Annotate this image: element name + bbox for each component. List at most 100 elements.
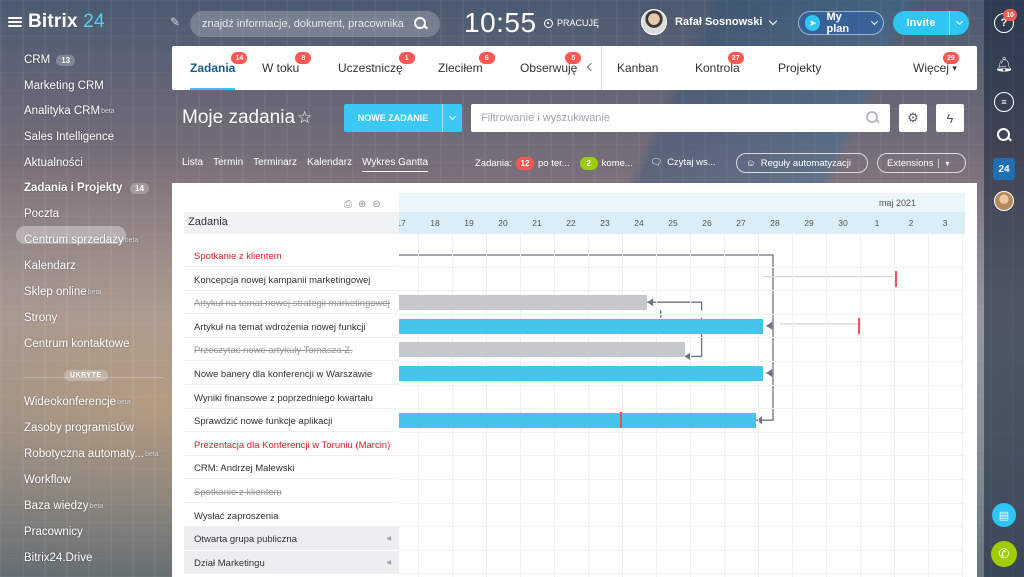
my-plan-button[interactable]: ➤ My plan <box>798 11 884 35</box>
automation-rules-button[interactable]: ☺ Reguły automatyzacji <box>736 153 868 173</box>
gantt-task-row[interactable]: Spotkanie z klientem <box>184 480 399 503</box>
sidebar-item-kalendarz[interactable]: Kalendarz <box>24 260 76 272</box>
gantt-task-row[interactable]: Spotkanie z klientem <box>184 244 399 267</box>
expand-arrow-icon[interactable]: ◀ <box>386 535 391 542</box>
gantt-task-row[interactable]: Przeczytać nowe artykuły Tomasza Z. <box>184 338 399 362</box>
gantt-task-row[interactable]: Nowe banery dla konferencji w Warszawie <box>184 362 399 385</box>
clock[interactable]: 10:55 <box>464 7 537 39</box>
comments-badge[interactable]: 2 <box>579 157 598 170</box>
gantt-deadline-marker[interactable] <box>895 270 898 287</box>
sidebar-item-drive[interactable]: Bitrix24.Drive <box>24 552 92 564</box>
chevron-down-icon[interactable] <box>769 16 778 25</box>
expand-arrow-icon[interactable]: ◀ <box>386 559 391 566</box>
sidebar-item-workflow[interactable]: Workflow <box>24 474 71 486</box>
new-task-button[interactable]: NOWE ZADANIE <box>344 104 462 132</box>
search-icon[interactable] <box>994 125 1014 145</box>
global-search-input[interactable] <box>202 18 414 30</box>
search-icon[interactable] <box>414 17 428 31</box>
document-icon[interactable]: ▤ <box>992 503 1016 527</box>
sidebar-item-centrum-kontaktowe[interactable]: Centrum kontaktowe <box>24 338 129 350</box>
avatar[interactable] <box>994 191 1014 211</box>
brand[interactable]: Bitrix 24 <box>8 11 105 33</box>
gantt-task-bar[interactable] <box>399 318 763 334</box>
gantt-task-row[interactable]: Wysłać zaproszenia <box>184 504 399 527</box>
gantt-task-bar[interactable] <box>399 413 756 429</box>
overdue-label[interactable]: po ter... <box>538 158 570 169</box>
hidden-section-label[interactable]: UKRYTE <box>64 370 108 381</box>
sidebar-item-aktualnosci[interactable]: Aktualności <box>24 157 83 169</box>
view-lista[interactable]: Lista <box>182 157 203 172</box>
gantt-deadline-marker[interactable] <box>620 412 622 429</box>
user-avatar-icon[interactable] <box>994 191 1014 211</box>
gantt-task-row[interactable]: Artykuł na temat wdrożenia nowej funkcji <box>184 315 399 338</box>
avatar[interactable] <box>641 9 667 35</box>
view-terminarz[interactable]: Terminarz <box>253 157 297 172</box>
tab-obserwuje[interactable]: Obserwuję 5 <box>520 46 582 90</box>
sidebar-item-pracownicy[interactable]: Pracownicy <box>24 526 83 538</box>
gantt-task-row[interactable]: Sprawdzić nowe funkcje aplikacji <box>184 409 399 433</box>
filter-search[interactable] <box>471 104 890 132</box>
zoom-out-icon[interactable]: ⊖ <box>372 199 380 210</box>
star-icon[interactable]: ☆ <box>297 108 312 128</box>
sidebar-item-analityka-crm[interactable]: Analityka CRM beta <box>24 105 115 117</box>
user-name[interactable]: Rafał Sosnowski <box>675 16 762 28</box>
view-termin[interactable]: Termin <box>213 157 243 172</box>
comments-label[interactable]: kome... <box>602 158 633 169</box>
tab-projekty[interactable]: Projekty <box>778 46 821 90</box>
gantt-group-row[interactable]: Otwarta grupa publiczna ◀ <box>184 527 399 551</box>
gantt-deadline-marker[interactable] <box>858 317 860 334</box>
gantt-task-bar[interactable] <box>399 342 685 358</box>
phone-icon[interactable]: ✆ <box>991 541 1017 567</box>
sidebar-item-sklep-online[interactable]: Sklep online beta <box>24 286 101 298</box>
tab-kanban[interactable]: Kanban <box>617 46 658 90</box>
sidebar-item-wideokonferencje[interactable]: Wideokonferencje beta <box>24 396 131 408</box>
gantt-task-row[interactable]: Koncepcja nowej kampanii marketingowej <box>184 268 399 291</box>
gantt-task-row[interactable]: Prezentacja dla Konferencji w Toruniu (M… <box>184 433 399 456</box>
sidebar-item-sales-intelligence[interactable]: Sales Intelligence <box>24 131 114 143</box>
zoom-in-icon[interactable]: ⊕ <box>358 199 366 210</box>
bell-icon[interactable]: 🔔︎ <box>994 54 1014 74</box>
global-search[interactable] <box>190 11 440 37</box>
sidebar-item-poczta[interactable]: Poczta <box>24 208 59 220</box>
invite-button[interactable]: Invite <box>893 11 969 35</box>
tab-w-toku[interactable]: W toku 8 <box>262 46 312 90</box>
gantt-group-row[interactable]: Dział Marketingu ◀ <box>184 550 399 574</box>
overdue-badge[interactable]: 12 <box>515 157 534 170</box>
sidebar-item-centrum-sprzedazy[interactable]: Centrum sprzedaży beta <box>24 234 138 246</box>
tab-zadania[interactable]: Zadania 14 <box>190 46 248 90</box>
view-gantt[interactable]: Wykres Gantta <box>362 157 429 172</box>
tab-kontrola[interactable]: Kontrola 27 <box>695 46 744 90</box>
user-menu[interactable]: Rafał Sosnowski <box>641 9 778 35</box>
invite-dropdown[interactable] <box>949 11 969 35</box>
menu-icon[interactable] <box>8 17 22 27</box>
gantt-task-row[interactable]: Wyniki finansowe z poprzedniego kwartału <box>184 386 399 409</box>
search-icon[interactable] <box>866 111 880 125</box>
work-status[interactable]: PRACUJĘ <box>544 18 599 28</box>
gantt-task-bar[interactable] <box>399 295 648 311</box>
sidebar-item-crm[interactable]: CRM 13 <box>24 54 76 66</box>
print-icon[interactable]: ⎙ <box>344 199 352 210</box>
sidebar-item-zadania[interactable]: Zadania i Projekty <box>24 182 122 194</box>
view-kalendarz[interactable]: Kalendarz <box>307 157 352 172</box>
gantt-task-bar[interactable] <box>399 366 763 381</box>
bitrix24-icon[interactable]: 24 <box>993 158 1015 180</box>
sidebar-item-marketing-crm[interactable]: Marketing CRM <box>24 80 104 92</box>
sidebar-item-robotyczna[interactable]: Robotyczna automaty... beta <box>24 448 159 460</box>
tab-wiecej[interactable]: Więcej ▾ 29 <box>913 46 959 90</box>
tab-zlecilem[interactable]: Zleciłem 6 <box>438 46 495 90</box>
read-all[interactable]: 🗨︎ Czytaj ws... <box>650 157 716 168</box>
tab-uczestnicze[interactable]: Uczestniczę 1 <box>338 46 415 90</box>
chevron-left-icon[interactable] <box>586 62 596 72</box>
settings-button[interactable]: ⚙ <box>899 104 927 132</box>
extensions-button[interactable]: Extensions ▾ <box>877 153 966 173</box>
sidebar-item-baza-wiedzy[interactable]: Baza wiedzy beta <box>24 500 103 512</box>
automation-button[interactable]: ϟ <box>936 104 964 132</box>
sidebar-item-zasoby[interactable]: Zasoby programistów <box>24 422 134 434</box>
chat-icon[interactable]: ≡ <box>994 92 1014 112</box>
filter-input[interactable] <box>481 112 866 124</box>
pencil-icon[interactable]: ✎ <box>170 15 184 29</box>
gantt-task-row[interactable]: Artykuł na temat nowej strategii marketi… <box>184 291 399 315</box>
gantt-task-row[interactable]: CRM: Andrzej Malewski <box>184 456 399 480</box>
new-task-dropdown[interactable] <box>442 104 462 132</box>
sidebar-item-strony[interactable]: Strony <box>24 312 57 324</box>
